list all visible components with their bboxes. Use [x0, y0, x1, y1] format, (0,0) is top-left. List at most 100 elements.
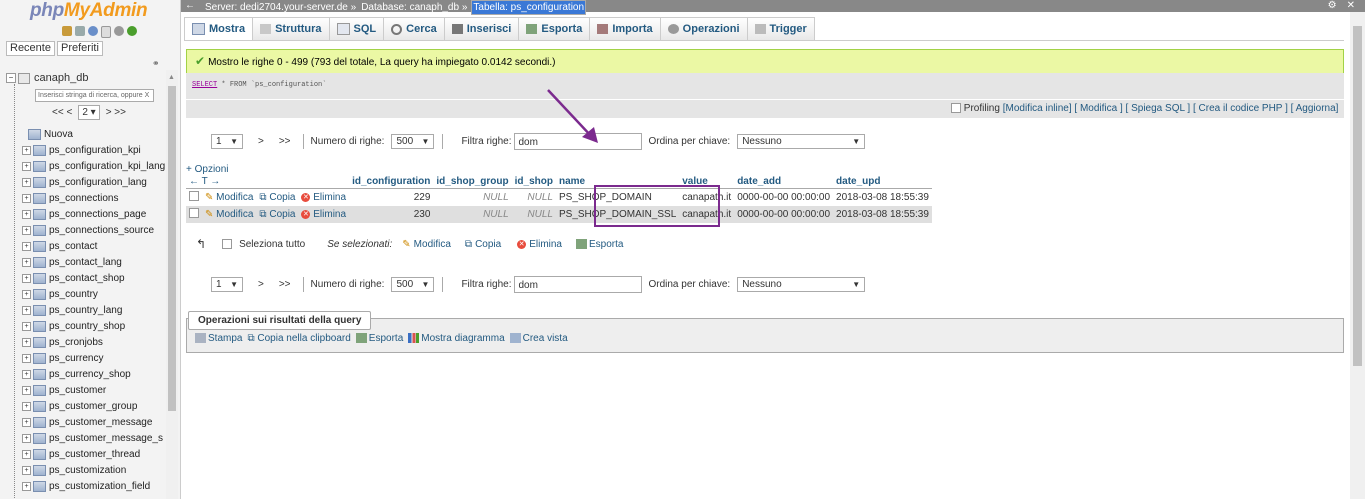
expand-icon[interactable]: +	[22, 369, 31, 379]
sidebar-item-table[interactable]: + ps_customer_message	[22, 414, 152, 430]
cell-shop[interactable]: NULL	[511, 206, 556, 223]
cell-id[interactable]: 229	[349, 188, 434, 206]
sidebar-item-table[interactable]: + ps_configuration_kpi_lang	[22, 158, 165, 174]
sidebar-item-table[interactable]: + ps_customer_group	[22, 398, 137, 414]
expand-icon[interactable]: +	[22, 177, 31, 187]
expand-icon[interactable]: +	[22, 193, 31, 203]
delete-action[interactable]: ✕ Elimina	[298, 206, 350, 223]
last-page-button[interactable]: >>	[279, 136, 291, 147]
tab-trigger[interactable]: Trigger	[747, 17, 815, 41]
tab-esporta[interactable]: Esporta	[519, 17, 591, 41]
docs-icon[interactable]	[101, 26, 111, 38]
cell-date-upd[interactable]: 2018-03-08 18:55:39	[833, 206, 932, 223]
sidebar-item-table[interactable]: + ps_currency_shop	[22, 366, 131, 382]
options-link[interactable]: + Opzioni	[186, 164, 229, 175]
nav-scroll-thumb[interactable]	[168, 86, 176, 411]
sidebar-item-table[interactable]: + ps_customer_thread	[22, 446, 140, 462]
sidebar-item-table[interactable]: + ps_country	[22, 286, 98, 302]
sidebar-item-table[interactable]: + ps_cronjobs	[22, 334, 103, 350]
profiling-checkbox[interactable]	[950, 103, 961, 114]
select-all-checkbox[interactable]	[222, 239, 233, 249]
home-icon[interactable]	[62, 26, 72, 36]
expand-icon[interactable]: +	[22, 321, 31, 331]
column-header-date_add[interactable]: date_add	[734, 175, 834, 189]
rows-per-page-select[interactable]: 500 ▼	[391, 276, 435, 292]
cell-date-add[interactable]: 0000-00-00 00:00:00	[734, 188, 834, 206]
recent-tab[interactable]: Recente	[6, 41, 55, 56]
tab-inserisci[interactable]: Inserisci	[444, 17, 520, 41]
sidebar-item-table[interactable]: + ps_contact_lang	[22, 254, 122, 270]
print-link[interactable]: Stampa	[195, 333, 242, 344]
tab-struttura[interactable]: Struttura	[253, 17, 330, 41]
gear-icon[interactable]	[114, 26, 124, 36]
scroll-up-icon[interactable]: ▲	[168, 74, 175, 81]
sidebar-item-table[interactable]: + ps_customization	[22, 462, 126, 478]
favorites-tab[interactable]: Preferiti	[56, 41, 103, 56]
breadcrumb-table[interactable]: Tabella: ps_configuration	[471, 0, 587, 15]
edit-action[interactable]: ✎ Modifica	[202, 188, 257, 206]
expand-icon[interactable]: +	[22, 289, 31, 299]
bulk-edit-button[interactable]: Modifica	[414, 239, 451, 250]
page-scroll-thumb[interactable]	[1353, 26, 1362, 366]
logout-icon[interactable]	[75, 26, 85, 36]
expand-icon[interactable]: +	[22, 273, 31, 283]
expand-icon[interactable]: +	[22, 337, 31, 347]
sidebar-item-table[interactable]: + ps_contact	[22, 238, 97, 254]
pager-next[interactable]: > >>	[106, 107, 126, 118]
sql-keyword[interactable]: SELECT	[192, 81, 217, 89]
row-checkbox[interactable]	[189, 208, 199, 218]
help-icon[interactable]	[88, 26, 98, 36]
sidebar-item-table[interactable]: + ps_country_shop	[22, 318, 125, 334]
cell-date-add[interactable]: 0000-00-00 00:00:00	[734, 206, 834, 223]
expand-icon[interactable]: +	[22, 465, 31, 475]
sidebar-item-table[interactable]: + ps_contact_shop	[22, 270, 125, 286]
expand-icon[interactable]: +	[22, 481, 31, 491]
pager-prev[interactable]: << <	[52, 107, 72, 118]
collapse-icon[interactable]: −	[6, 73, 16, 83]
tab-importa[interactable]: Importa	[590, 17, 661, 41]
expand-icon[interactable]: +	[22, 305, 31, 315]
export-link[interactable]: Esporta	[355, 333, 403, 344]
settings-gear-icon[interactable]: ⚙	[1328, 0, 1337, 12]
sidebar-item-table[interactable]: + ps_customization_field	[22, 478, 150, 494]
pager-page-select[interactable]: 2 ▾	[78, 105, 100, 120]
column-header-id_shop_group[interactable]: id_shop_group	[433, 175, 512, 189]
copy-action[interactable]: ⧉ Copia	[256, 188, 299, 206]
expand-icon[interactable]: +	[22, 385, 31, 395]
last-page-button[interactable]: >>	[279, 279, 291, 290]
column-header-id_shop[interactable]: id_shop	[511, 175, 556, 189]
page-scrollbar[interactable]	[1350, 12, 1365, 499]
expand-icon[interactable]: +	[22, 449, 31, 459]
database-name[interactable]: canaph_db	[34, 72, 88, 84]
chart-link[interactable]: Mostra diagramma	[408, 333, 505, 344]
nav-scrollbar[interactable]: ▲	[166, 70, 178, 499]
edit-action[interactable]: ✎ Modifica	[202, 206, 257, 223]
expand-icon[interactable]: +	[22, 241, 31, 251]
cell-date-upd[interactable]: 2018-03-08 18:55:39	[833, 188, 932, 206]
sidebar-item-table[interactable]: + ps_configuration_kpi	[22, 142, 141, 158]
next-page-button[interactable]: >	[258, 136, 264, 147]
tab-sql[interactable]: SQL	[329, 17, 385, 41]
cell-id[interactable]: 230	[349, 206, 434, 223]
sidebar-item-table[interactable]: + ps_connections	[22, 190, 119, 206]
expand-icon[interactable]: +	[22, 257, 31, 267]
sidebar-item-table[interactable]: + ps_customer_message_s	[22, 430, 163, 446]
close-icon[interactable]: ✕	[1347, 0, 1355, 12]
cell-shop-group[interactable]: NULL	[433, 188, 512, 206]
table-filter-input[interactable]: Inserisci stringa di ricerca, oppure X	[35, 89, 154, 102]
select-all-label[interactable]: Seleziona tutto	[239, 239, 305, 250]
expand-icon[interactable]: +	[22, 353, 31, 363]
database-node[interactable]: − canaph_db	[6, 70, 88, 86]
bulk-export-button[interactable]: Esporta	[589, 239, 623, 250]
expand-icon[interactable]: +	[22, 401, 31, 411]
page-select[interactable]: 1 ▼	[211, 133, 243, 149]
filter-rows-input[interactable]: dom	[514, 275, 643, 293]
breadcrumb-server[interactable]: Server: dedi2704.your-server.de »	[204, 2, 357, 14]
bulk-copy-button[interactable]: Copia	[475, 239, 501, 250]
tab-operazioni[interactable]: Operazioni	[660, 17, 748, 41]
sidebar-item-table[interactable]: + ps_configuration_lang	[22, 174, 147, 190]
reload-icon[interactable]	[127, 26, 137, 36]
phpmyadmin-logo[interactable]: phpMyAdmin	[30, 0, 148, 22]
column-header-id_configuration[interactable]: id_configuration	[349, 175, 434, 189]
create-view-link[interactable]: Crea vista	[509, 333, 568, 344]
